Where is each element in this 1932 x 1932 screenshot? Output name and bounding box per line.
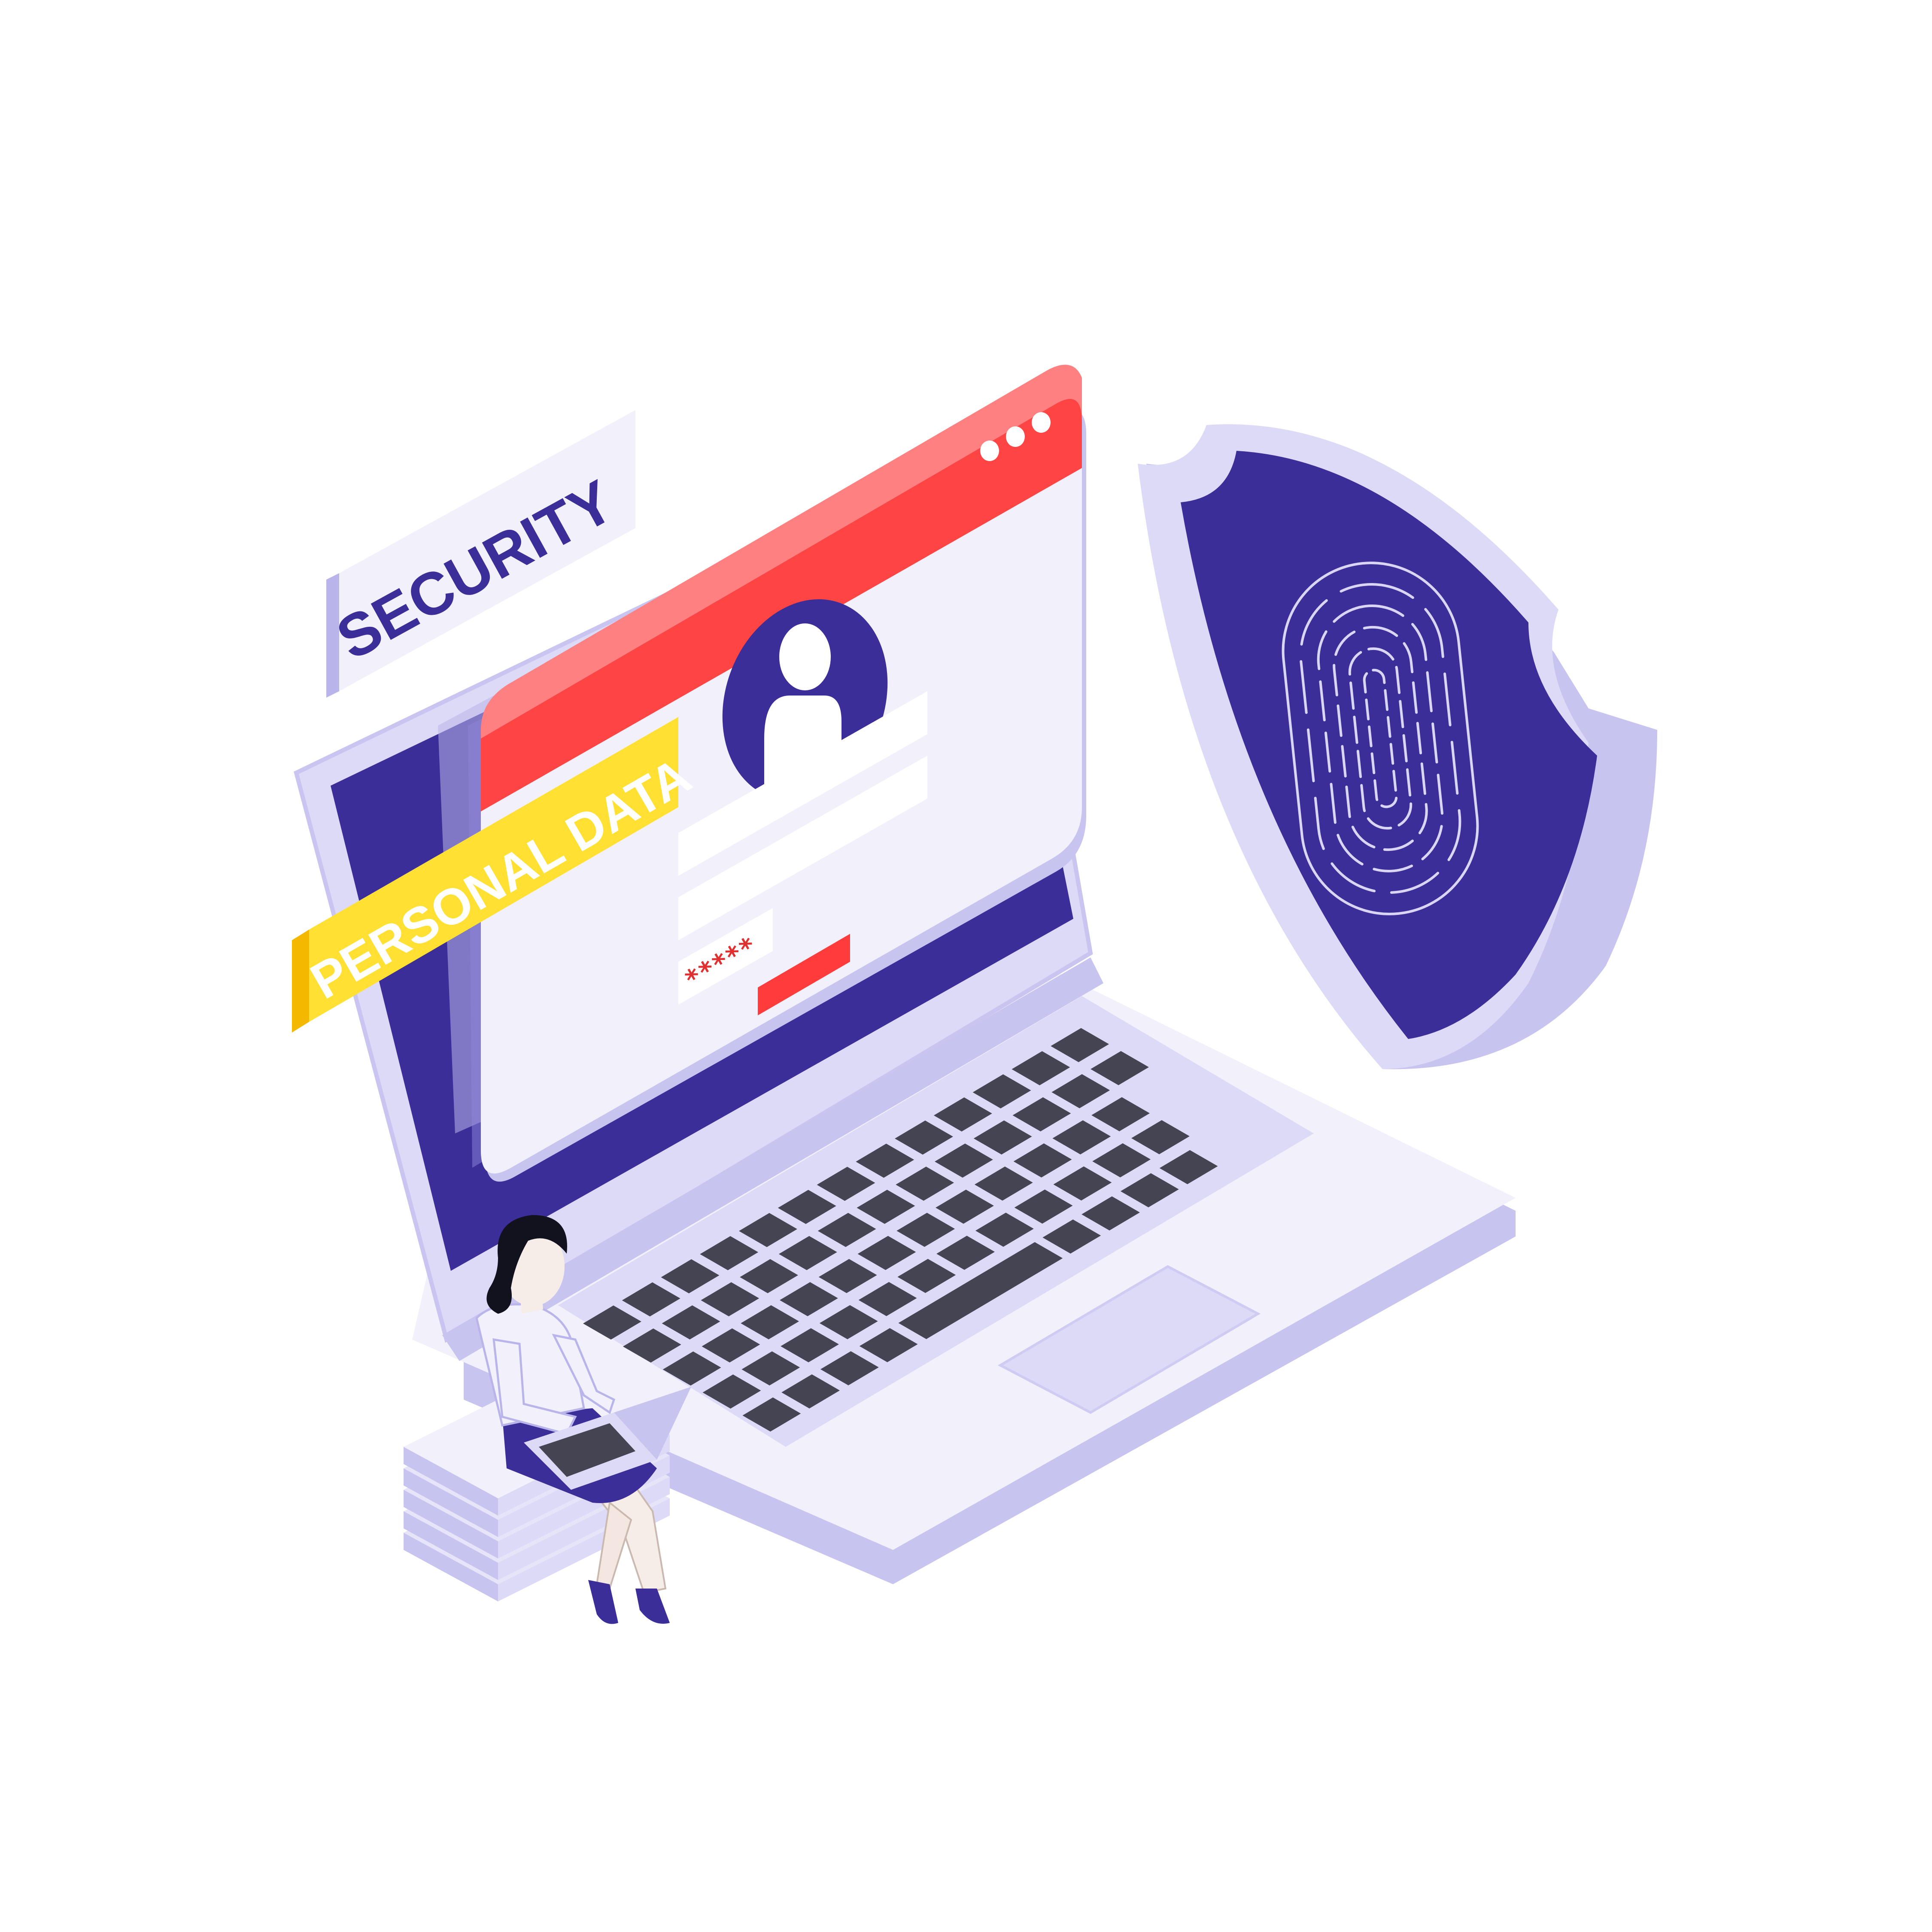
security-badge-side: [326, 573, 339, 698]
shield-icon: [1138, 424, 1657, 1069]
personal-data-badge-side: [292, 930, 309, 1033]
woman-shoe-left: [588, 1580, 618, 1624]
woman-shoe-right: [635, 1589, 670, 1624]
security-illustration: ••• ***** SECURITY PERSONAL DATA: [292, 365, 1657, 1624]
